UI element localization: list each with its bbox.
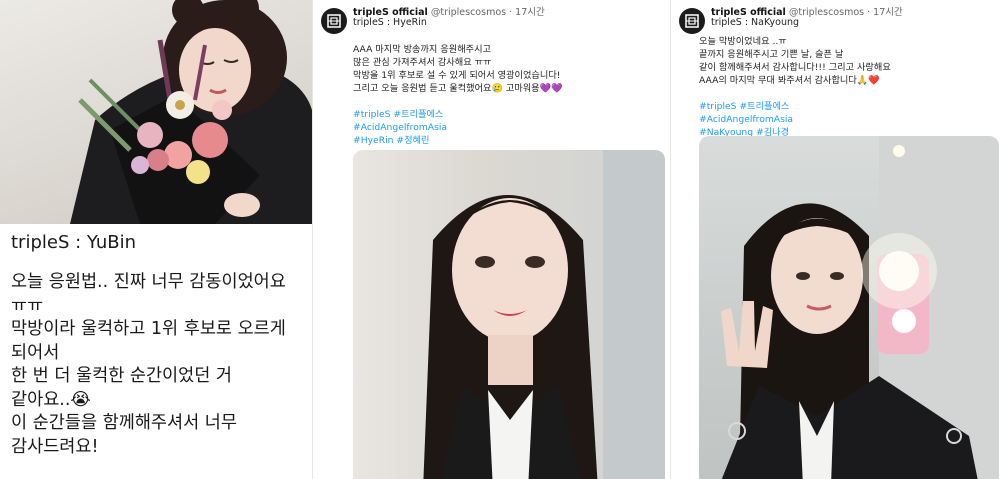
post-author: tripleS : YuBin	[11, 232, 136, 253]
caption-line: 막방이라 울컥하고 1위 후보로 오르게	[11, 319, 286, 339]
tweet-text: 오늘 막방이었네요 ..ㅠ 끝까지 응원해주시고 기쁜 날, 슬픈 날 같이 함…	[699, 35, 891, 139]
avatar[interactable]	[679, 8, 705, 34]
caption-line: 이 순간들을 함께해주셔서 너무	[11, 413, 237, 433]
tweet-time[interactable]: · 17시간	[509, 7, 545, 18]
tweet-line: AAA 마지막 방송까지 응원해주시고	[353, 44, 492, 55]
hashtag-line[interactable]: #tripleS #트리플에스	[699, 100, 891, 113]
hashtag-line[interactable]: #HyeRin #정혜린	[353, 134, 563, 147]
tweet-member-name: tripleS : HyeRin	[353, 17, 427, 28]
caption-line: 한 번 더 울컥한 순간이었던 거	[11, 366, 233, 386]
tweet-line: 막방을 1위 후보로 설 수 있게 되어서 영광이었습니다!	[353, 70, 561, 81]
avatar[interactable]	[321, 8, 347, 34]
yubin-photo[interactable]	[0, 0, 312, 224]
caption-line: 오늘 응원법.. 진짜 너무 감동이었어요	[11, 272, 286, 292]
tweet-text: AAA 마지막 방송까지 응원해주시고 많은 관심 가져주셔서 감사해요 ㅠㅠ …	[353, 43, 563, 147]
caption-line: 감사드려요!	[11, 436, 99, 457]
yubin-caption: tripleS : YuBin 오늘 응원법.. 진짜 너무 감동이었어요 ㅠㅠ…	[11, 232, 306, 459]
tweet-line: 끝까지 응원해주시고 기쁜 날, 슬픈 날	[699, 49, 844, 60]
hashtags: #tripleS #트리플에스 #AcidAngelfromAsia #NaKy…	[699, 100, 891, 139]
hashtag-line[interactable]: #AcidAngelfromAsia	[699, 113, 891, 126]
account-handle[interactable]: @triplescosmos	[431, 7, 506, 18]
hashtag-line[interactable]: #tripleS #트리플에스	[353, 108, 563, 121]
caption-line: 되어서	[11, 342, 60, 363]
tweet-author-line: tripleS official @triplescosmos · 17시간	[353, 4, 545, 18]
tweet-author-line: tripleS official @triplescosmos · 17시간	[711, 4, 903, 18]
nakyoung-tweet[interactable]: tripleS official @triplescosmos · 17시간 t…	[670, 0, 1000, 479]
hashtags: #tripleS #트리플에스 #AcidAngelfromAsia #HyeR…	[353, 108, 563, 147]
account-handle[interactable]: @triplescosmos	[789, 7, 864, 18]
tweet-time[interactable]: · 17시간	[867, 7, 903, 18]
tweet-line: 오늘 막방이었네요 ..ㅠ	[699, 36, 787, 47]
tweet-line: AAA의 마지막 무대 봐주셔서 감사합니다🙏❤️	[699, 75, 880, 86]
tweet-member-name: tripleS : NaKyoung	[711, 17, 800, 28]
hyerin-photo[interactable]	[353, 150, 665, 479]
nakyoung-photo[interactable]	[699, 136, 999, 479]
tweet-header: tripleS official @triplescosmos · 17시간 t…	[671, 0, 1000, 40]
tweet-line: 많은 관심 가져주셔서 감사해요 ㅠㅠ	[353, 57, 492, 68]
hyerin-tweet[interactable]: tripleS official @triplescosmos · 17시간 t…	[312, 0, 671, 479]
tweet-header: tripleS official @triplescosmos · 17시간 t…	[313, 0, 671, 40]
tweet-line: 그리고 오늘 응원법 듣고 울컥했어요🥲 고마워용💜💜	[353, 83, 563, 94]
yubin-post-panel: tripleS : YuBin 오늘 응원법.. 진짜 너무 감동이었어요 ㅠㅠ…	[0, 0, 312, 479]
caption-line: 같아요..😭	[11, 389, 91, 410]
tweet-line: 같이 함께해주셔서 감사합니다!!! 그리고 사랑해요	[699, 62, 891, 73]
hashtag-line[interactable]: #AcidAngelfromAsia	[353, 121, 563, 134]
caption-line: ㅠㅠ	[11, 295, 44, 316]
